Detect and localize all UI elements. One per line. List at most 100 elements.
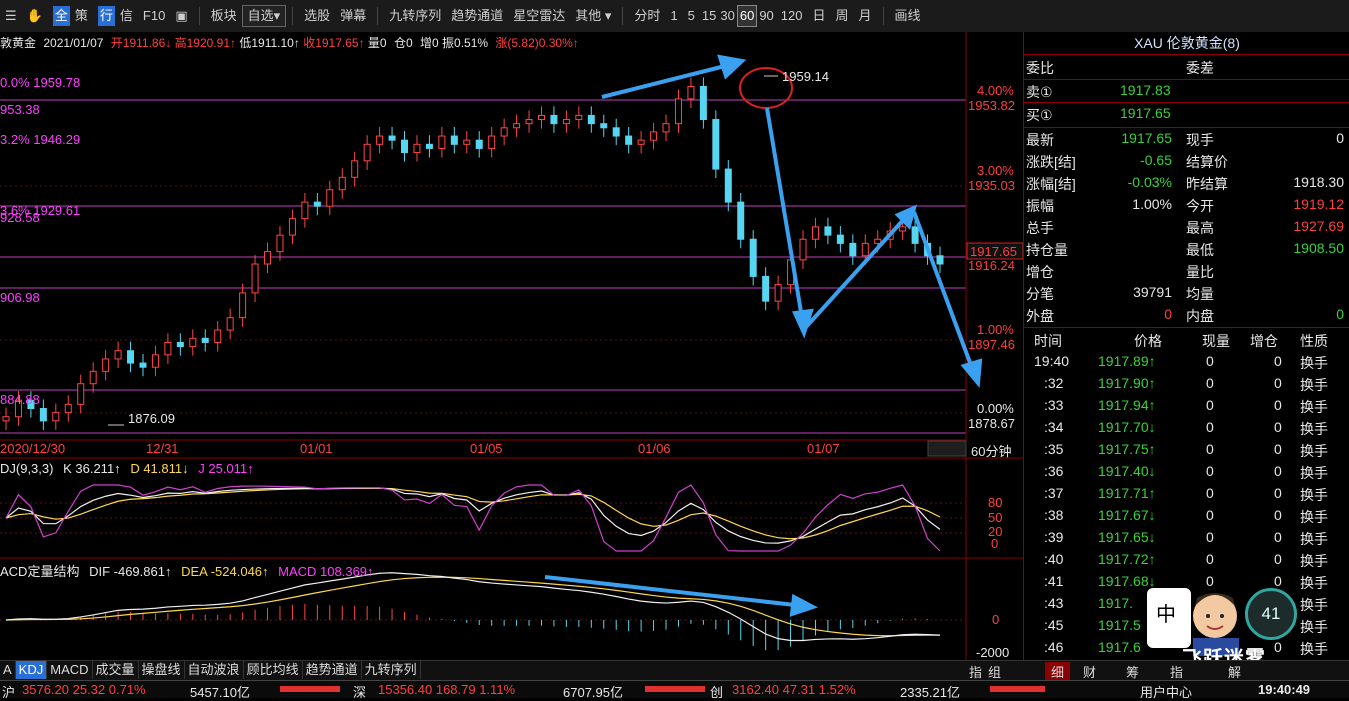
side-tab[interactable]: 筹 xyxy=(1126,662,1139,681)
candle-body xyxy=(475,139,483,149)
candle-body xyxy=(288,218,296,236)
volume-value: 量0 xyxy=(367,36,387,50)
tick-time: :33 xyxy=(1044,397,1064,413)
stat-value: 1919.12 xyxy=(1293,196,1344,212)
tick-open-interest: 0 xyxy=(1274,441,1282,457)
candle-body xyxy=(849,242,857,257)
indicator-tab[interactable]: 趋势通道 xyxy=(303,661,362,679)
tick-volume: 0 xyxy=(1206,573,1214,589)
side-tab[interactable]: 解 xyxy=(1228,662,1241,681)
tick-price: 1917.72↑ xyxy=(1098,551,1156,567)
sh-amount: 5457.10亿 xyxy=(190,685,250,700)
tick-time: :45 xyxy=(1044,617,1064,633)
tick-volume: 0 xyxy=(1206,507,1214,523)
date-label-2: 01/01 xyxy=(300,441,333,456)
tick-price: 1917.75↑ xyxy=(1098,441,1156,457)
candle-body xyxy=(127,350,135,364)
indicator-tab[interactable]: 自动波浪 xyxy=(185,661,244,679)
stat-value: 39791 xyxy=(1133,284,1172,300)
candle-body xyxy=(650,131,658,141)
candle-body xyxy=(463,139,471,145)
tick-price: 1917.40↓ xyxy=(1098,463,1156,479)
tick-type: 换手 xyxy=(1300,509,1328,525)
side-tab[interactable]: 指 xyxy=(969,662,982,681)
axis-pct-0: 0.00% xyxy=(977,401,1014,416)
tick-time: :32 xyxy=(1044,375,1064,391)
candle-body xyxy=(151,354,159,368)
avatar-bubble-text: 中 xyxy=(1156,604,1176,626)
indicator-tab[interactable]: 操盘线 xyxy=(139,661,185,679)
indicator-tab[interactable]: A xyxy=(0,661,16,679)
change-value: 涨(5.82)0.30%↑ xyxy=(495,36,579,50)
kdj-name: DJ(9,3,3) xyxy=(0,461,54,476)
candle-body xyxy=(301,201,309,220)
sh-bar xyxy=(280,686,340,692)
side-tab[interactable]: 财 xyxy=(1083,662,1096,681)
trough-annotation: 1876.09 xyxy=(128,411,175,426)
candle-body xyxy=(774,284,782,302)
tick-volume: 0 xyxy=(1206,485,1214,501)
axis-current-price: 1917.65 xyxy=(970,244,1017,259)
increase-value: 增0 xyxy=(419,36,439,50)
tick-time: 19:40 xyxy=(1034,353,1070,369)
tick-time: :46 xyxy=(1044,639,1064,655)
tick-open-interest: 0 xyxy=(1274,397,1282,413)
tick-header: 现量 xyxy=(1202,333,1230,349)
tick-type: 换手 xyxy=(1300,553,1328,569)
candle-body xyxy=(52,412,60,422)
label-weicha: 委差 xyxy=(1186,60,1214,76)
tick-price: 1917.67↓ xyxy=(1098,507,1156,523)
candle-body xyxy=(351,160,359,178)
cy-label: 创 xyxy=(710,685,724,700)
label-sell1: 卖① xyxy=(1026,84,1053,100)
low-value: 低1911.10↑ xyxy=(239,36,300,50)
kdj-axis-80: 80 xyxy=(988,495,1003,510)
candle-body xyxy=(214,329,222,343)
stat-label: 现手 xyxy=(1186,132,1214,148)
tick-volume: 0 xyxy=(1206,353,1214,369)
candle-body xyxy=(699,86,707,121)
stat-label: 增仓 xyxy=(1026,264,1054,280)
axis-price-1935: 1935.03 xyxy=(968,178,1015,193)
tick-open-interest: 0 xyxy=(1274,353,1282,369)
indicator-tab[interactable]: 成交量 xyxy=(93,661,139,679)
fib-label-1: 953.38 xyxy=(0,102,40,117)
indicator-tab[interactable]: KDJ xyxy=(15,661,48,679)
candle-body xyxy=(612,127,620,137)
axis-pct-1: 1.00% xyxy=(977,322,1014,337)
candle-body xyxy=(239,292,247,319)
sz-label: 深 xyxy=(353,685,367,700)
tick-open-interest: 0 xyxy=(1274,375,1282,391)
side-tab[interactable]: 指 xyxy=(1170,662,1183,681)
fib-label-0: 0.0% 1959.78 xyxy=(0,75,81,90)
candle-body xyxy=(2,416,10,422)
indicator-tab[interactable]: 九转序列 xyxy=(362,661,421,679)
axis-price-1953: 1953.82 xyxy=(968,98,1015,113)
tick-header: 性质 xyxy=(1300,333,1328,349)
tick-price: 1917.90↑ xyxy=(1098,375,1156,391)
tick-open-interest: 0 xyxy=(1274,485,1282,501)
fib-label-6: 884.88 xyxy=(0,392,40,407)
indicator-tab[interactable]: MACD xyxy=(47,661,93,679)
period-indicator[interactable]: 60分钟 xyxy=(971,441,1011,460)
date-label-3: 01/05 xyxy=(470,441,503,456)
candle-body xyxy=(525,119,533,125)
tick-volume: 0 xyxy=(1206,419,1214,435)
tick-open-interest: 0 xyxy=(1274,529,1282,545)
side-tab[interactable]: 细 xyxy=(1045,662,1071,681)
user-center-link[interactable]: 用户中心 xyxy=(1140,682,1192,701)
candle-body xyxy=(836,234,844,244)
candle-body xyxy=(438,135,446,149)
tick-time: :39 xyxy=(1044,529,1064,545)
stat-value: 0 xyxy=(1336,130,1344,146)
indicator-tab[interactable]: 顾比均线 xyxy=(244,661,303,679)
peak-annotation: 1959.14 xyxy=(782,69,829,84)
candle-body xyxy=(251,263,259,294)
candle-body xyxy=(264,251,272,265)
tick-open-interest: 0 xyxy=(1274,639,1282,655)
tick-price: 1917. xyxy=(1098,595,1134,611)
candle-body xyxy=(799,238,807,261)
open-value: 开1911.86↓ xyxy=(110,36,172,50)
side-tab[interactable]: 组 xyxy=(988,662,1001,681)
candle-body xyxy=(637,139,645,145)
